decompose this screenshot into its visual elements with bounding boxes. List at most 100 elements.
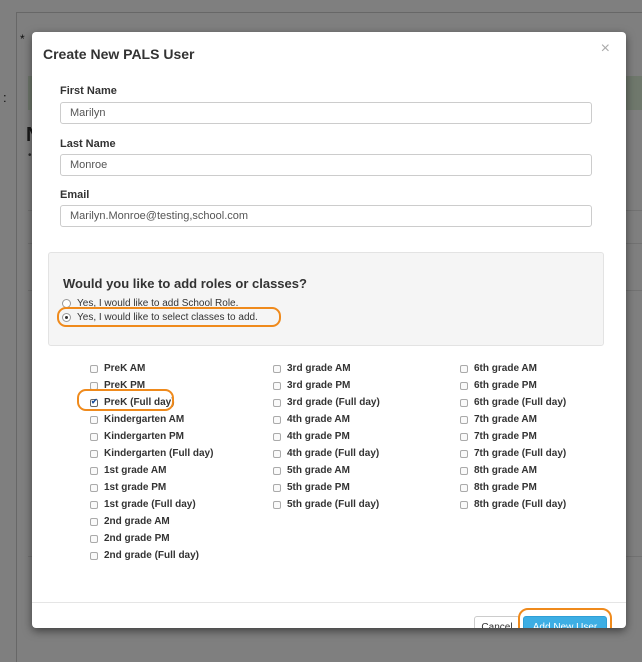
class-checkbox-7th-grade-pm[interactable]: 7th grade PM: [460, 431, 537, 442]
class-label: 2nd grade (Full day): [104, 550, 200, 561]
last-name-label: Last Name: [60, 138, 116, 150]
class-checkbox-4th-grade-full-day[interactable]: 4th grade (Full day): [273, 448, 379, 459]
checkbox[interactable]: [460, 500, 468, 509]
checkbox[interactable]: [90, 483, 98, 492]
checkbox[interactable]: [273, 500, 281, 509]
class-checkbox-kindergarten-pm[interactable]: Kindergarten PM: [90, 431, 184, 442]
class-checkbox-6th-grade-am[interactable]: 6th grade AM: [460, 363, 537, 374]
class-label: 7th grade AM: [474, 414, 537, 425]
class-checkbox-5th-grade-am[interactable]: 5th grade AM: [273, 465, 350, 476]
class-label: 6th grade PM: [474, 380, 537, 391]
class-checkbox-8th-grade-pm[interactable]: 8th grade PM: [460, 482, 537, 493]
footer-divider: [32, 602, 626, 603]
class-label: 8th grade PM: [474, 482, 537, 493]
checkbox[interactable]: [90, 364, 98, 373]
class-checkbox-prek-am[interactable]: PreK AM: [90, 363, 145, 374]
class-checkbox-1st-grade-pm[interactable]: 1st grade PM: [90, 482, 166, 493]
class-checkbox-4th-grade-am[interactable]: 4th grade AM: [273, 414, 350, 425]
checkbox[interactable]: [460, 466, 468, 475]
email-input[interactable]: [60, 205, 592, 227]
highlight-outline: [518, 608, 612, 628]
class-checkbox-2nd-grade-pm[interactable]: 2nd grade PM: [90, 533, 170, 544]
class-checkbox-5th-grade-full-day[interactable]: 5th grade (Full day): [273, 499, 379, 510]
roles-panel: Would you like to add roles or classes? …: [48, 252, 604, 346]
class-label: 8th grade AM: [474, 465, 537, 476]
class-checkbox-7th-grade-full-day[interactable]: 7th grade (Full day): [460, 448, 566, 459]
class-label: 4th grade PM: [287, 431, 350, 442]
class-label: Kindergarten (Full day): [104, 448, 214, 459]
class-label: 3rd grade PM: [287, 380, 351, 391]
class-label: 1st grade PM: [104, 482, 167, 493]
checkbox[interactable]: [460, 432, 468, 441]
class-checkbox-2nd-grade-am[interactable]: 2nd grade AM: [90, 516, 170, 527]
checkbox[interactable]: [273, 432, 281, 441]
class-label: Kindergarten AM: [104, 414, 185, 425]
class-checkbox-8th-grade-full-day[interactable]: 8th grade (Full day): [460, 499, 566, 510]
checkbox[interactable]: [90, 551, 98, 560]
class-label: PreK AM: [104, 363, 146, 374]
checkbox[interactable]: [273, 483, 281, 492]
class-checkbox-8th-grade-am[interactable]: 8th grade AM: [460, 465, 537, 476]
checkbox[interactable]: [273, 415, 281, 424]
checkbox[interactable]: [90, 415, 98, 424]
roles-heading: Would you like to add roles or classes?: [63, 276, 307, 291]
class-checkbox-7th-grade-am[interactable]: 7th grade AM: [460, 414, 537, 425]
checkbox[interactable]: [273, 449, 281, 458]
checkbox[interactable]: [90, 449, 98, 458]
class-label: 6th grade AM: [474, 363, 537, 374]
class-label: 7th grade PM: [474, 431, 537, 442]
modal-title: Create New PALS User: [43, 46, 195, 62]
class-checkbox-4th-grade-pm[interactable]: 4th grade PM: [273, 431, 350, 442]
class-label: 3rd grade (Full day): [287, 397, 380, 408]
class-label: 6th grade (Full day): [474, 397, 567, 408]
first-name-label: First Name: [60, 85, 117, 97]
modal-header: Create New PALS User ×: [32, 32, 626, 68]
first-name-input[interactable]: [60, 102, 592, 124]
class-checkbox-1st-grade-am[interactable]: 1st grade AM: [90, 465, 166, 476]
checkbox[interactable]: [460, 483, 468, 492]
class-label: Kindergarten PM: [104, 431, 185, 442]
checkbox[interactable]: [460, 381, 468, 390]
close-icon[interactable]: ×: [601, 41, 610, 57]
class-label: 1st grade AM: [104, 465, 167, 476]
email-label: Email: [60, 189, 90, 201]
checkbox[interactable]: [460, 449, 468, 458]
checkbox[interactable]: [460, 415, 468, 424]
checkbox[interactable]: [460, 364, 468, 373]
class-checkbox-kindergarten-am[interactable]: Kindergarten AM: [90, 414, 184, 425]
class-checkbox-5th-grade-pm[interactable]: 5th grade PM: [273, 482, 350, 493]
checkbox[interactable]: [90, 432, 98, 441]
checkbox[interactable]: [273, 381, 281, 390]
checkbox[interactable]: [273, 364, 281, 373]
class-checkbox-1st-grade-full-day[interactable]: 1st grade (Full day): [90, 499, 196, 510]
class-label: 2nd grade PM: [104, 533, 170, 544]
class-label: 5th grade PM: [287, 482, 350, 493]
checkbox[interactable]: [460, 398, 468, 407]
class-label: 7th grade (Full day): [474, 448, 567, 459]
create-user-modal: Create New PALS User × First Name Last N…: [32, 32, 626, 628]
class-label: 4th grade AM: [287, 414, 350, 425]
highlight-outline: [57, 307, 281, 327]
checkbox[interactable]: [273, 466, 281, 475]
last-name-input[interactable]: [60, 154, 592, 176]
highlight-outline: [77, 389, 174, 411]
class-checkbox-6th-grade-full-day[interactable]: 6th grade (Full day): [460, 397, 566, 408]
class-label: 3rd grade AM: [287, 363, 351, 374]
checkbox[interactable]: [90, 534, 98, 543]
cancel-button[interactable]: Cancel: [474, 616, 520, 628]
class-checkbox-2nd-grade-full-day[interactable]: 2nd grade (Full day): [90, 550, 199, 561]
checkbox[interactable]: [273, 398, 281, 407]
class-label: 5th grade AM: [287, 465, 350, 476]
class-checkbox-3rd-grade-pm[interactable]: 3rd grade PM: [273, 380, 350, 391]
checkbox[interactable]: [90, 466, 98, 475]
checkbox[interactable]: [90, 500, 98, 509]
class-label: 8th grade (Full day): [474, 499, 567, 510]
class-checkbox-kindergarten-full-day[interactable]: Kindergarten (Full day): [90, 448, 213, 459]
class-checkbox-6th-grade-pm[interactable]: 6th grade PM: [460, 380, 537, 391]
class-label: 2nd grade AM: [104, 516, 170, 527]
checkbox[interactable]: [90, 517, 98, 526]
class-checkbox-3rd-grade-full-day[interactable]: 3rd grade (Full day): [273, 397, 380, 408]
class-label: 1st grade (Full day): [104, 499, 196, 510]
class-checkbox-3rd-grade-am[interactable]: 3rd grade AM: [273, 363, 351, 374]
class-label: 4th grade (Full day): [287, 448, 380, 459]
